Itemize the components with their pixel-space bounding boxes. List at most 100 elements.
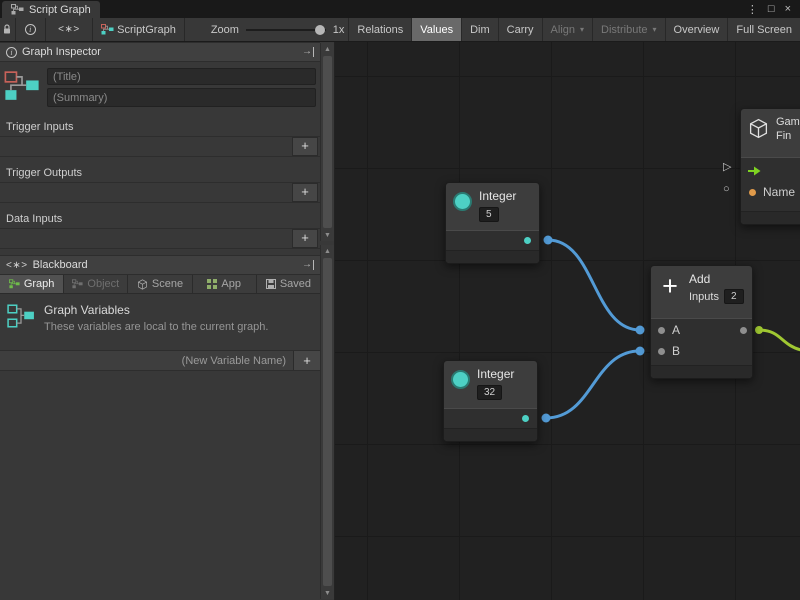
tab-scene[interactable]: Scene (128, 275, 192, 293)
add-trigger-input-button[interactable]: + (292, 137, 318, 156)
value-input-port[interactable]: ○ (723, 183, 730, 196)
zoom-slider-handle[interactable] (315, 25, 325, 35)
relations-button[interactable]: Relations (348, 18, 411, 41)
wire-integer1-to-add-a[interactable] (548, 240, 640, 330)
node-footer (741, 211, 800, 224)
tab-saved[interactable]: Saved (257, 275, 320, 293)
node-header: Gam Fin (741, 109, 800, 157)
script-graph-asset-icon (101, 24, 114, 35)
distribute-button[interactable]: Distribute▾ (592, 18, 664, 41)
inspector-scrollbar[interactable]: ▲ ▼ (320, 43, 334, 241)
window-maximize-icon[interactable]: □ (768, 3, 775, 15)
carry-button[interactable]: Carry (498, 18, 542, 41)
tab-app[interactable]: App (193, 275, 257, 293)
integer-value-field[interactable]: 32 (477, 385, 502, 400)
wire-integer2-to-add-b[interactable] (546, 351, 640, 418)
node-title: Add (689, 273, 744, 286)
scroll-down-icon[interactable]: ▼ (321, 587, 334, 599)
name-input-port[interactable] (749, 189, 756, 196)
input-port-b[interactable] (658, 348, 665, 355)
wire-endpoint[interactable] (755, 326, 763, 334)
lock-button[interactable] (0, 18, 16, 41)
graph-variables-subtitle: These variables are local to the current… (44, 321, 268, 333)
values-button[interactable]: Values (411, 18, 461, 41)
output-port[interactable] (522, 415, 529, 422)
add-data-input-button[interactable]: + (292, 229, 318, 248)
titlebar: Script Graph ⋮ □ × (0, 0, 800, 18)
scrollbar-thumb[interactable] (323, 56, 332, 228)
dock-icon[interactable]: → (302, 260, 314, 270)
port-a-label: A (672, 323, 680, 337)
dock-icon[interactable]: → (302, 47, 314, 57)
window-close-icon[interactable]: × (785, 3, 791, 15)
graph-variables-title: Graph Variables (44, 303, 268, 317)
dim-label: Dim (470, 24, 490, 36)
wire-endpoint[interactable] (636, 326, 645, 335)
graph-title-field[interactable] (47, 68, 316, 85)
wire-endpoint[interactable] (542, 414, 551, 423)
graph-name: ScriptGraph (117, 24, 176, 36)
wire-add-output[interactable] (759, 330, 800, 350)
add-trigger-output-button[interactable]: + (292, 183, 318, 202)
output-port[interactable] (740, 327, 747, 334)
full-screen-label: Full Screen (736, 24, 792, 36)
inspect-button[interactable]: i (16, 18, 46, 41)
gameobject-cube-icon (748, 118, 769, 139)
scene-tab-icon (137, 279, 148, 290)
input-port-a[interactable] (658, 327, 665, 334)
integer-value-field[interactable]: 5 (479, 207, 499, 222)
carry-label: Carry (507, 24, 534, 36)
blackboard-title: Blackboard (33, 259, 88, 271)
blackboard-scrollbar[interactable]: ▲ ▼ (320, 245, 334, 599)
full-screen-button[interactable]: Full Screen (727, 18, 800, 41)
node-add[interactable]: + Add Inputs 2 A B (650, 265, 753, 379)
window-tab[interactable]: Script Graph (2, 1, 100, 18)
graph-breadcrumb[interactable]: ScriptGraph (93, 18, 185, 41)
window-menu-icon[interactable]: ⋮ (747, 3, 758, 16)
scroll-down-icon[interactable]: ▼ (321, 229, 334, 241)
wire-endpoint[interactable] (544, 236, 553, 245)
object-tab-icon (72, 279, 83, 289)
graph-icon (4, 68, 40, 104)
zoom-value: 1x (333, 24, 345, 36)
tab-object-label: Object (87, 278, 119, 290)
graph-inspector-title: Graph Inspector (22, 46, 101, 58)
graph-summary-field[interactable] (47, 88, 316, 107)
info-icon: i (25, 24, 36, 35)
info-icon: i (6, 47, 17, 58)
node-integer-2[interactable]: Integer 32 (443, 360, 538, 442)
add-variable-button[interactable]: + (293, 351, 320, 370)
chevron-down-icon: ▾ (653, 25, 657, 34)
graph-inspector-header: i Graph Inspector → (0, 42, 320, 62)
blackboard-icon: <∗> (6, 260, 28, 271)
graph-canvas[interactable]: Integer 5 Integer 32 (335, 42, 800, 600)
graph-tab-icon (9, 279, 20, 289)
inputs-count-field[interactable]: 2 (724, 289, 744, 304)
wire-endpoint[interactable] (636, 347, 645, 356)
scrollbar-thumb[interactable] (323, 258, 332, 586)
node-integer-1[interactable]: Integer 5 (445, 182, 540, 264)
flow-arrow-icon[interactable] (747, 165, 762, 177)
zoom-slider[interactable] (246, 24, 326, 36)
data-inputs-label: Data Inputs (0, 211, 320, 229)
blackboard-toggle-button[interactable]: <∗> (46, 18, 93, 41)
graph-variables-icon (7, 303, 35, 329)
node-title: Integer (479, 190, 516, 203)
node-header: + Add Inputs 2 (651, 266, 752, 318)
scroll-up-icon[interactable]: ▲ (321, 245, 334, 257)
flow-input-port[interactable]: ▷ (723, 161, 731, 174)
graph-toolbar: i <∗> ScriptGraph Zoom 1x Relations Va (0, 18, 800, 42)
align-button[interactable]: Align▾ (542, 18, 592, 41)
overview-button[interactable]: Overview (665, 18, 728, 41)
node-find[interactable]: Gam Fin Name (740, 108, 800, 225)
node-ports (444, 408, 537, 428)
scroll-up-icon[interactable]: ▲ (321, 43, 334, 55)
node-ports (446, 230, 539, 250)
dim-button[interactable]: Dim (461, 18, 498, 41)
tab-graph[interactable]: Graph (0, 275, 64, 293)
output-port[interactable] (524, 237, 531, 244)
tab-object[interactable]: Object (64, 275, 128, 293)
chevron-down-icon: ▾ (580, 25, 584, 34)
new-variable-row: + (0, 350, 320, 371)
new-variable-input[interactable] (0, 355, 293, 367)
